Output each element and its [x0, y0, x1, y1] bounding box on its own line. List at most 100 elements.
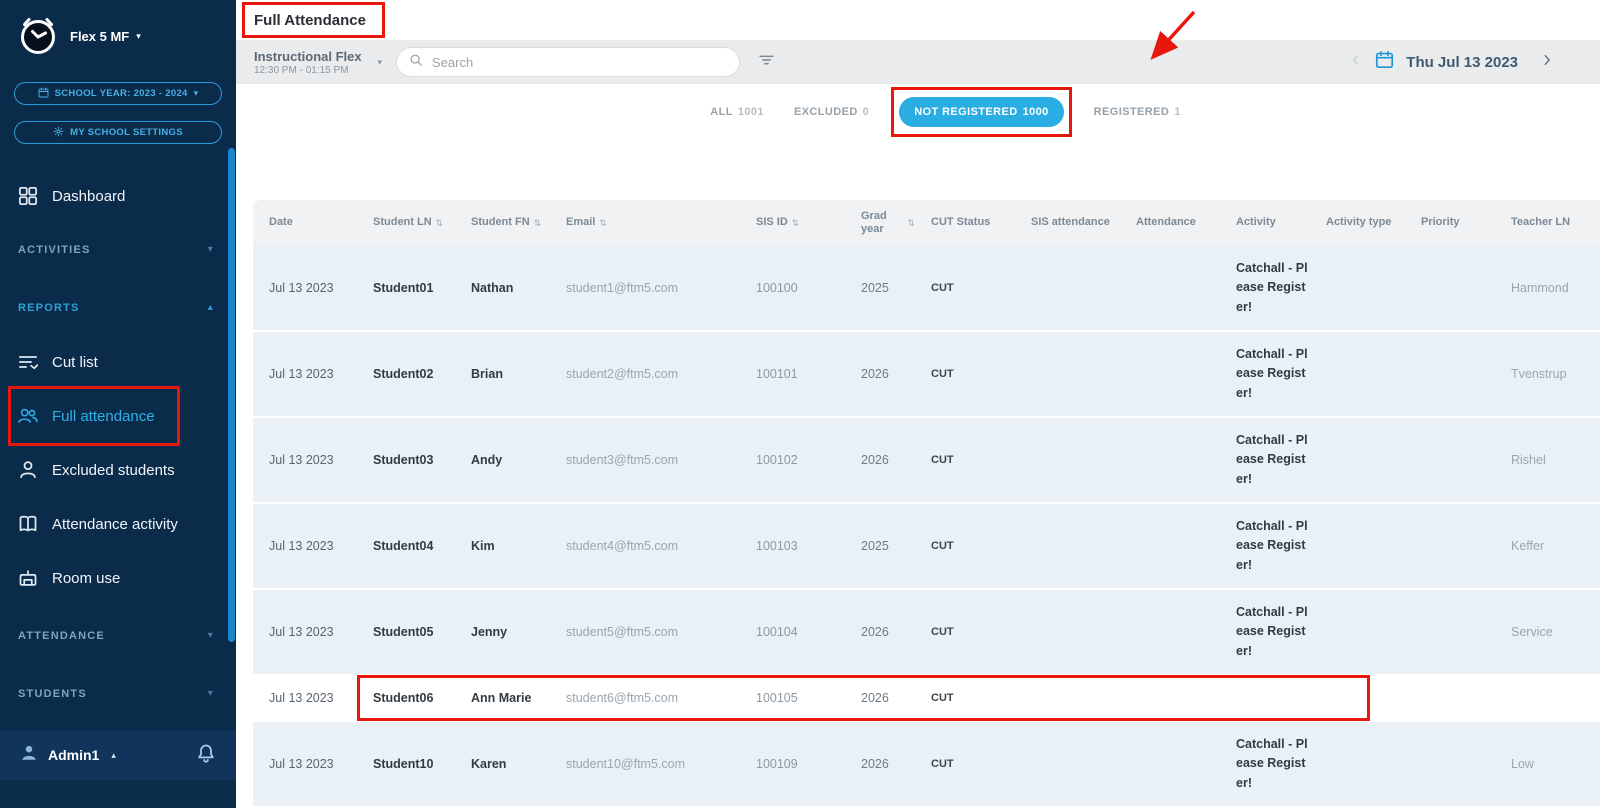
tab-registered[interactable]: REGISTERED 1	[1094, 106, 1181, 118]
date-label: Thu Jul 13 2023	[1406, 53, 1518, 71]
cell-activity: Catchall - Please Register!	[1236, 604, 1308, 658]
cell-email: student3@ftm5.com	[566, 453, 679, 467]
tab-count: 1000	[1022, 106, 1049, 118]
filter-icon[interactable]	[758, 51, 775, 73]
table-row-student10[interactable]: Jul 13 2023 Student10 Karen student10@ftm5.…	[253, 722, 1600, 806]
filter-tabs: ALL 1001 EXCLUDED 0 NOT REGISTERED 1000 REGIST…	[710, 87, 1181, 137]
sidebar-item-attendance-activity[interactable]: Attendance activity	[0, 497, 236, 551]
cell-teacher-ln: Service	[1511, 625, 1553, 639]
cell-date: Jul 13 2023	[269, 757, 334, 771]
cell-student-fn: Ann Marie	[471, 691, 532, 705]
school-year-button[interactable]: SCHOOL YEAR: 2023 - 2024 ▾	[14, 82, 222, 105]
cell-student-ln: Student05	[373, 625, 434, 639]
column-header-activity: Activity	[1236, 216, 1276, 229]
search-input[interactable]	[432, 54, 727, 70]
table-row-student02[interactable]: Jul 13 2023 Student02 Brian student2@ftm5.c…	[253, 332, 1600, 416]
sidebar-item-excluded-students[interactable]: Excluded students	[0, 443, 236, 497]
calendar-icon[interactable]	[1375, 50, 1394, 74]
cell-cut-status: CUT	[931, 758, 954, 770]
column-header-student-fn[interactable]: Student FN ⇅	[455, 216, 550, 229]
column-header-sis-attendance: SIS attendance	[1031, 216, 1110, 229]
sidebar-item-label: Full attendance	[52, 407, 155, 425]
cell-student-fn: Andy	[471, 453, 503, 467]
cell-sis-id: 100104	[756, 625, 798, 639]
cell-date: Jul 13 2023	[269, 453, 334, 467]
cell-cut-status: CUT	[931, 282, 954, 294]
cell-student-fn: Kim	[471, 539, 495, 553]
tab-label: ALL	[710, 106, 733, 118]
table-row-student05[interactable]: Jul 13 2023 Student05 Jenny student5@ftm5.c…	[253, 590, 1600, 674]
cell-grad-year: 2026	[861, 625, 889, 639]
column-header-priority: Priority	[1421, 216, 1460, 229]
cell-student-ln: Student03	[373, 453, 434, 467]
page-title: Full Attendance	[242, 1, 385, 38]
sidebar-item-label: Cut list	[52, 353, 98, 371]
sidebar-section-activities[interactable]: ACTIVITIES ▾	[0, 223, 236, 277]
sidebar-item-room-use[interactable]: Room use	[0, 551, 236, 605]
column-header-email[interactable]: Email ⇅	[550, 216, 740, 229]
sort-icon[interactable]: ⇅	[599, 218, 607, 229]
section-label: ACTIVITIES	[18, 244, 91, 256]
table-row-student04[interactable]: Jul 13 2023 Student04 Kim student4@ftm5.com…	[253, 504, 1600, 588]
section-label: REPORTS	[18, 302, 80, 314]
activity-selector[interactable]: Instructional Flex 12:30 PM - 01:15 PM ▾	[254, 49, 382, 76]
sort-icon[interactable]: ⇅	[792, 218, 800, 229]
column-header-teacher-ln: Teacher LN	[1511, 216, 1571, 229]
section-label: STUDENTS	[18, 688, 87, 700]
user-menu[interactable]: Admin1 ▴	[0, 730, 236, 780]
cell-grad-year: 2026	[861, 757, 889, 771]
cell-grad-year: 2026	[861, 691, 889, 705]
chevron-down-icon: ▾	[377, 56, 382, 67]
chevron-down-icon: ▾	[207, 630, 214, 641]
cell-sis-id: 100101	[756, 367, 798, 381]
table-row-student06[interactable]: Jul 13 2023 Student06 Ann Marie student6@ft…	[253, 675, 1600, 721]
tab-not-registered[interactable]: NOT REGISTERED 1000	[891, 87, 1073, 137]
cell-activity: Catchall - Please Register!	[1236, 518, 1308, 572]
table-row-student03[interactable]: Jul 13 2023 Student03 Andy student3@ftm5.co…	[253, 418, 1600, 502]
cell-email: student10@ftm5.com	[566, 757, 685, 771]
cell-activity: Catchall - Please Register!	[1236, 432, 1308, 486]
search-box	[396, 47, 740, 77]
sort-icon[interactable]: ⇅	[534, 218, 542, 229]
prev-day-chevron-icon[interactable]	[1349, 53, 1363, 72]
chevron-down-icon: ▾	[207, 688, 214, 699]
notifications-bell-icon[interactable]	[196, 743, 216, 768]
cell-student-ln: Student04	[373, 539, 434, 553]
next-day-chevron-icon[interactable]	[1540, 53, 1554, 72]
book-icon	[18, 514, 38, 534]
cell-student-fn: Jenny	[471, 625, 508, 639]
column-header-sis-id[interactable]: SIS ID ⇅	[740, 216, 845, 229]
cell-student-fn: Karen	[471, 757, 507, 771]
column-header-student-ln[interactable]: Student LN ⇅	[357, 216, 455, 229]
sidebar-item-cut-list[interactable]: Cut list	[0, 335, 236, 389]
chevron-down-icon: ▾	[136, 30, 141, 41]
app-switcher[interactable]: Flex 5 MF ▾	[70, 29, 141, 44]
cell-email: student6@ftm5.com	[566, 691, 679, 705]
column-header-grad-year[interactable]: Grad year ⇅	[845, 210, 915, 236]
tab-all[interactable]: ALL 1001	[710, 106, 764, 118]
sort-icon[interactable]: ⇅	[907, 218, 915, 229]
tab-label: NOT REGISTERED	[914, 106, 1018, 118]
cell-sis-id: 100109	[756, 757, 798, 771]
sidebar-item-full-attendance[interactable]: Full attendance	[0, 386, 236, 446]
cell-cut-status: CUT	[931, 454, 954, 466]
cell-student-ln: Student06	[373, 691, 434, 705]
tab-count: 1	[1174, 106, 1181, 118]
cell-grad-year: 2025	[861, 539, 889, 553]
cell-email: student2@ftm5.com	[566, 367, 679, 381]
chevron-down-icon: ▾	[207, 244, 214, 255]
people-icon	[18, 406, 38, 426]
sidebar-section-attendance[interactable]: ATTENDANCE ▾	[0, 609, 236, 663]
table-row-student01[interactable]: Jul 13 2023 Student01 Nathan student1@ftm5.…	[253, 246, 1600, 330]
main-content: Full Attendance Instructional Flex 12:30…	[236, 0, 1600, 808]
sidebar-section-students[interactable]: STUDENTS ▾	[0, 667, 236, 721]
app-name: Flex 5 MF	[70, 28, 130, 44]
school-settings-button[interactable]: MY SCHOOL SETTINGS	[14, 121, 222, 144]
chevron-down-icon: ▾	[193, 88, 199, 98]
sort-icon[interactable]: ⇅	[436, 218, 444, 229]
sidebar-scrollbar[interactable]	[228, 148, 235, 642]
tab-excluded[interactable]: EXCLUDED 0	[794, 106, 869, 118]
column-header-cut-status: CUT Status	[931, 216, 991, 229]
sidebar-item-dashboard[interactable]: Dashboard	[0, 173, 236, 219]
sidebar-section-reports[interactable]: REPORTS ▴	[0, 281, 236, 335]
